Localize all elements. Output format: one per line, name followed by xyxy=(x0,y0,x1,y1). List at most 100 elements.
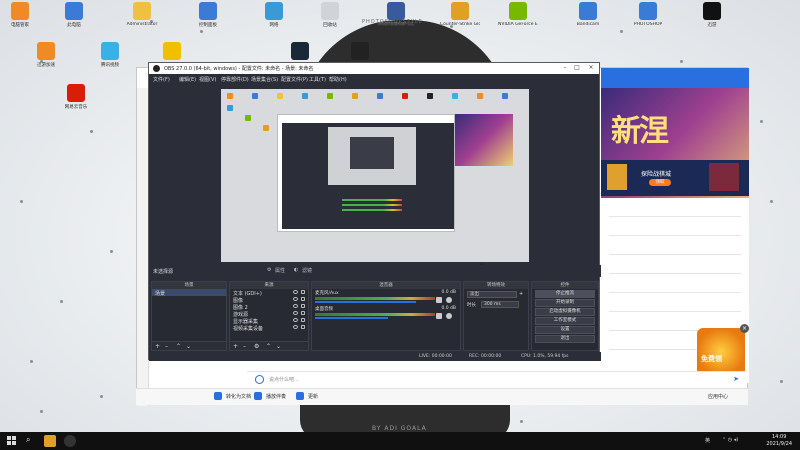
add-icon[interactable]: + xyxy=(155,343,160,350)
source-item[interactable]: 显示器采集 xyxy=(230,317,308,325)
desktop-icon[interactable]: PHOTOSHOP xyxy=(628,2,668,27)
source-item[interactable]: 视频采集设备 xyxy=(230,324,308,332)
tray-icons[interactable]: ⌃ ◷ ◂) xyxy=(722,437,738,443)
menu-item[interactable]: 文件(F) xyxy=(153,76,170,83)
control-button[interactable]: 退出 xyxy=(535,335,595,343)
taskbar-app-icon[interactable] xyxy=(44,435,56,447)
desktop-icon-label: PHOTOSHOP xyxy=(633,22,663,27)
chat-input-placeholder[interactable]: 说点什么吧... xyxy=(269,376,299,383)
source-item[interactable]: 文本 (GDI+) xyxy=(230,289,308,297)
chevron-up-icon[interactable]: ⌃ xyxy=(176,343,181,350)
minimize-icon[interactable]: – xyxy=(559,64,571,71)
eye-icon[interactable] xyxy=(293,325,298,329)
taskbar-clock[interactable]: 14:09 2021/9/24 xyxy=(766,434,792,448)
obs-titlebar[interactable]: OBS 27.0.0 (64-bit, windows) - 配置文件: 未命名… xyxy=(149,63,599,74)
eye-icon[interactable] xyxy=(293,297,298,301)
menu-item[interactable]: 配置文件(P) xyxy=(281,76,308,83)
eye-icon[interactable] xyxy=(293,290,298,294)
desktop-icon[interactable]: NVIDIA GeForce Experience xyxy=(498,2,538,27)
scene-item[interactable]: 场景 xyxy=(152,289,226,297)
lock-icon[interactable] xyxy=(301,318,305,322)
preview-icon xyxy=(452,93,458,99)
menu-item[interactable]: 停靠部件(D) xyxy=(221,76,249,83)
desktop-icon[interactable]: 电脑管家 xyxy=(0,2,40,28)
promo-badge[interactable]: × 免费领 xyxy=(697,324,749,376)
ime-indicator[interactable]: 英 xyxy=(705,437,710,444)
eye-icon[interactable] xyxy=(293,311,298,315)
desktop-icon[interactable]: 回收站 xyxy=(310,2,350,28)
windows-start-icon[interactable] xyxy=(7,436,16,445)
filters-button[interactable]: 滤镜 xyxy=(302,267,312,274)
gear-icon[interactable] xyxy=(446,313,452,319)
lock-icon[interactable] xyxy=(301,325,305,329)
source-item[interactable]: 游戏源 xyxy=(230,310,308,318)
volume-meter xyxy=(315,297,435,300)
toolbar-item-app-center[interactable]: 应用中心 xyxy=(708,393,728,400)
desktop-icon[interactable]: 迅游 xyxy=(692,2,732,28)
chat-input-bar[interactable]: 说点什么吧... ➤ xyxy=(247,371,747,387)
volume-fader[interactable] xyxy=(315,301,416,303)
remove-icon[interactable]: – xyxy=(165,343,168,350)
desktop-icon[interactable]: Bandicam xyxy=(568,2,608,27)
send-icon[interactable]: ➤ xyxy=(733,375,739,383)
eye-icon[interactable] xyxy=(293,304,298,308)
toolbar-item-update[interactable]: 更新 xyxy=(308,393,318,400)
close-icon[interactable]: × xyxy=(740,324,749,333)
chevron-up-icon[interactable]: ⌃ xyxy=(266,343,271,350)
desktop-icon[interactable]: 控制面板 xyxy=(188,2,228,28)
desktop-icon[interactable]: Counter-Strike Global Offensive xyxy=(440,2,480,27)
source-item[interactable]: 图像 xyxy=(230,296,308,304)
search-icon[interactable]: ⌕ xyxy=(26,435,38,447)
desktop-icon[interactable]: 此电脑 xyxy=(54,2,94,28)
lock-icon[interactable] xyxy=(301,290,305,294)
volume-fader[interactable] xyxy=(315,317,388,319)
control-button[interactable]: 启动虚拟摄像机 xyxy=(535,308,595,316)
desktop-icon[interactable]: 网易云音乐 xyxy=(56,84,96,110)
channel-db: 0.0 dB xyxy=(441,290,456,295)
obs-window[interactable]: OBS 27.0.0 (64-bit, windows) - 配置文件: 未命名… xyxy=(148,62,601,361)
eye-icon[interactable] xyxy=(293,318,298,322)
menu-item[interactable]: 工具(T) xyxy=(309,76,326,83)
chevron-down-icon[interactable]: ⌄ xyxy=(186,343,191,350)
menu-item[interactable]: 视图(V) xyxy=(199,76,216,83)
speaker-icon[interactable] xyxy=(436,297,442,303)
menu-item[interactable]: 场景集合(S) xyxy=(251,76,278,83)
desktop-icon[interactable]: Administrator xyxy=(122,2,162,27)
properties-button[interactable]: 属性 xyxy=(275,267,285,274)
desktop-icon[interactable]: 迅游加速 xyxy=(26,42,66,68)
add-icon[interactable]: + xyxy=(233,343,238,350)
desktop-icon[interactable]: 网络 xyxy=(254,2,294,28)
lock-icon[interactable] xyxy=(301,304,305,308)
desktop-icon[interactable]: 腾讯视频 xyxy=(90,42,130,68)
gear-icon[interactable] xyxy=(446,297,452,303)
menu-item[interactable]: 帮助(H) xyxy=(329,76,347,83)
card-claim-button[interactable]: 领取 xyxy=(649,179,671,186)
gear-icon[interactable]: ⚙ xyxy=(267,267,271,273)
menu-item[interactable]: 编辑(E) xyxy=(179,76,196,83)
duration-input[interactable]: 300 ms xyxy=(481,301,519,308)
maximize-icon[interactable]: □ xyxy=(571,64,583,71)
gear-icon[interactable]: ⚙ xyxy=(254,343,259,350)
toolbar-item-music[interactable]: 播放伴奏 xyxy=(266,393,286,400)
obs-preview-canvas[interactable] xyxy=(221,89,529,262)
speaker-icon[interactable] xyxy=(436,313,442,319)
add-icon[interactable]: + xyxy=(519,291,523,297)
chevron-down-icon[interactable]: ⌄ xyxy=(276,343,281,350)
game-card[interactable]: 探险战棋城 领取 xyxy=(601,160,749,196)
preview-icon xyxy=(302,93,308,99)
filter-icon[interactable]: ◐ xyxy=(294,267,298,273)
control-button[interactable]: 工作室模式 xyxy=(535,317,595,325)
control-button[interactable]: 停止推流 xyxy=(535,290,595,298)
source-item[interactable]: 图像 2 xyxy=(230,303,308,311)
transition-select[interactable]: 淡出 xyxy=(467,291,517,298)
control-button[interactable]: 开始录制 xyxy=(535,299,595,307)
clock-date: 2021/9/24 xyxy=(766,441,792,447)
obs-taskbar-icon[interactable] xyxy=(64,435,76,447)
remove-icon[interactable]: – xyxy=(243,343,246,350)
desktop-icon[interactable]: PHOTOSHOP CC xyxy=(376,2,416,27)
toolbar-item-doc[interactable]: 转化为文档 xyxy=(226,393,251,400)
lock-icon[interactable] xyxy=(301,311,305,315)
lock-icon[interactable] xyxy=(301,297,305,301)
close-icon[interactable]: × xyxy=(585,64,597,71)
control-button[interactable]: 设置 xyxy=(535,326,595,334)
